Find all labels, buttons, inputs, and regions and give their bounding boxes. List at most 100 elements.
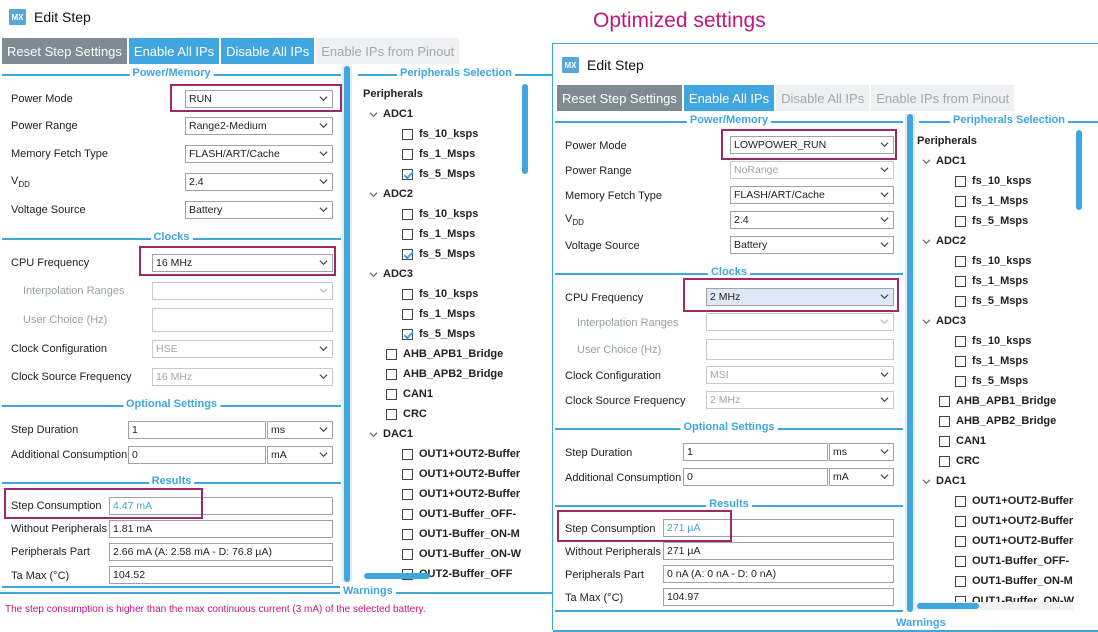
- tree-item-label[interactable]: OUT1+OUT2-Buffer: [972, 515, 1073, 527]
- vdd-select[interactable]: 2.4: [730, 211, 894, 229]
- tree-checkbox[interactable]: [402, 509, 413, 520]
- tree-item-label[interactable]: fs_10_ksps: [972, 175, 1031, 187]
- tree-item-label[interactable]: fs_10_ksps: [972, 335, 1031, 347]
- tree-item-label[interactable]: fs_10_ksps: [419, 288, 478, 300]
- tree-item-label[interactable]: OUT1-Buffer_OFF-: [419, 508, 516, 520]
- step-duration-unit-select[interactable]: ms: [829, 443, 894, 461]
- tree-checkbox[interactable]: [402, 229, 413, 240]
- tree-item-label[interactable]: fs_10_ksps: [419, 208, 478, 220]
- tree-item-label[interactable]: OUT1+OUT2-Buffer: [972, 535, 1073, 547]
- tree-checkbox[interactable]: [402, 249, 413, 260]
- step-duration-input[interactable]: 1: [683, 443, 828, 461]
- tree-item-label[interactable]: fs_1_Msps: [419, 228, 475, 240]
- tree-group-adc3[interactable]: ADC3: [936, 315, 966, 327]
- tree-checkbox[interactable]: [402, 469, 413, 480]
- tree-item-label[interactable]: CRC: [956, 455, 980, 467]
- tree-item-label[interactable]: fs_5_Msps: [419, 168, 475, 180]
- tree-item-label[interactable]: OUT2-Buffer_OFF: [419, 568, 513, 580]
- tree-item-label[interactable]: OUT1-Buffer_ON-M: [419, 528, 520, 540]
- tree-checkbox[interactable]: [402, 289, 413, 300]
- expand-chevron-icon[interactable]: [369, 190, 378, 202]
- settings-scrollbar-thumb[interactable]: [907, 114, 913, 612]
- tree-checkbox[interactable]: [955, 536, 966, 547]
- tree-item-label[interactable]: AHB_APB1_Bridge: [403, 348, 503, 360]
- additional-consumption-unit-select[interactable]: mA: [267, 446, 333, 464]
- expand-chevron-icon[interactable]: [369, 270, 378, 282]
- memory-fetch-select[interactable]: FLASH/ART/Cache: [730, 186, 894, 204]
- tree-checkbox[interactable]: [955, 336, 966, 347]
- enable-ips-from-pinout-button[interactable]: Enable IPs from Pinout: [871, 85, 1017, 111]
- reset-step-settings-button[interactable]: Reset Step Settings: [2, 38, 129, 64]
- tree-group-adc3[interactable]: ADC3: [383, 268, 413, 280]
- step-duration-input[interactable]: 1: [128, 421, 266, 439]
- additional-consumption-unit-select[interactable]: mA: [829, 468, 894, 486]
- disable-all-ips-button[interactable]: Disable All IPs: [776, 85, 872, 111]
- user-choice-input[interactable]: [152, 308, 333, 332]
- tree-checkbox[interactable]: [955, 256, 966, 267]
- tree-item-label[interactable]: fs_5_Msps: [972, 375, 1028, 387]
- tree-checkbox[interactable]: [955, 516, 966, 527]
- memory-fetch-select[interactable]: FLASH/ART/Cache: [185, 145, 333, 163]
- vdd-select[interactable]: 2.4: [185, 173, 333, 191]
- tree-checkbox[interactable]: [386, 389, 397, 400]
- tree-checkbox[interactable]: [955, 276, 966, 287]
- tree-checkbox[interactable]: [955, 196, 966, 207]
- tree-item-label[interactable]: AHB_APB2_Bridge: [956, 415, 1056, 427]
- tree-checkbox[interactable]: [955, 216, 966, 227]
- tree-group-dac1[interactable]: DAC1: [936, 475, 966, 487]
- tree-group-adc2[interactable]: ADC2: [383, 188, 413, 200]
- tree-item-label[interactable]: OUT1+OUT2-Buffer: [419, 488, 520, 500]
- tree-item-label[interactable]: fs_10_ksps: [972, 255, 1031, 267]
- settings-scrollbar-thumb[interactable]: [344, 66, 350, 582]
- tree-item-label[interactable]: fs_10_ksps: [419, 128, 478, 140]
- additional-consumption-input[interactable]: 0: [683, 468, 828, 486]
- enable-ips-from-pinout-button[interactable]: Enable IPs from Pinout: [316, 38, 462, 64]
- tree-checkbox[interactable]: [939, 456, 950, 467]
- expand-chevron-icon[interactable]: [922, 477, 931, 489]
- tree-checkbox[interactable]: [955, 296, 966, 307]
- tree-checkbox[interactable]: [955, 356, 966, 367]
- user-choice-input[interactable]: [706, 339, 894, 360]
- tree-item-label[interactable]: fs_1_Msps: [419, 148, 475, 160]
- voltage-source-select[interactable]: Battery: [730, 236, 894, 254]
- tree-checkbox[interactable]: [402, 549, 413, 560]
- tree-checkbox[interactable]: [402, 309, 413, 320]
- tree-item-label[interactable]: fs_1_Msps: [972, 195, 1028, 207]
- power-range-select[interactable]: Range2-Medium: [185, 117, 333, 135]
- interpolation-select[interactable]: [152, 282, 333, 300]
- peripherals-scrollbar-thumb[interactable]: [1076, 130, 1082, 210]
- peripherals-scrollbar[interactable]: [1075, 130, 1083, 600]
- tree-checkbox[interactable]: [402, 489, 413, 500]
- expand-chevron-icon[interactable]: [922, 317, 931, 329]
- tree-checkbox[interactable]: [955, 496, 966, 507]
- peripherals-scrollbar[interactable]: [521, 84, 529, 574]
- tree-checkbox[interactable]: [402, 169, 413, 180]
- settings-scrollbar[interactable]: [905, 114, 915, 612]
- tree-item-label[interactable]: CAN1: [956, 435, 986, 447]
- peripherals-hscroll-thumb[interactable]: [364, 573, 430, 579]
- tree-group-dac1[interactable]: DAC1: [383, 428, 413, 440]
- tree-checkbox[interactable]: [939, 416, 950, 427]
- tree-item-label[interactable]: fs_5_Msps: [972, 295, 1028, 307]
- clock-source-select[interactable]: 16 MHz: [152, 368, 333, 386]
- tree-item-label[interactable]: fs_1_Msps: [972, 275, 1028, 287]
- expand-chevron-icon[interactable]: [922, 237, 931, 249]
- expand-chevron-icon[interactable]: [369, 110, 378, 122]
- tree-checkbox[interactable]: [402, 449, 413, 460]
- tree-item-label[interactable]: CAN1: [403, 388, 433, 400]
- voltage-source-select[interactable]: Battery: [185, 201, 333, 219]
- tree-item-label[interactable]: OUT1-Buffer_ON-M: [972, 575, 1073, 587]
- tree-checkbox[interactable]: [955, 576, 966, 587]
- tree-checkbox[interactable]: [402, 529, 413, 540]
- step-duration-unit-select[interactable]: ms: [267, 421, 333, 439]
- reset-step-settings-button[interactable]: Reset Step Settings: [557, 85, 684, 111]
- tree-group-adc1[interactable]: ADC1: [936, 155, 966, 167]
- settings-scrollbar[interactable]: [342, 66, 352, 582]
- clock-source-select[interactable]: 2 MHz: [706, 391, 894, 409]
- expand-chevron-icon[interactable]: [369, 430, 378, 442]
- tree-checkbox[interactable]: [402, 329, 413, 340]
- clock-config-select[interactable]: MSI: [706, 366, 894, 384]
- tree-item-label[interactable]: fs_1_Msps: [419, 308, 475, 320]
- tree-item-label[interactable]: OUT1+OUT2-Buffer: [972, 495, 1073, 507]
- tree-checkbox[interactable]: [386, 349, 397, 360]
